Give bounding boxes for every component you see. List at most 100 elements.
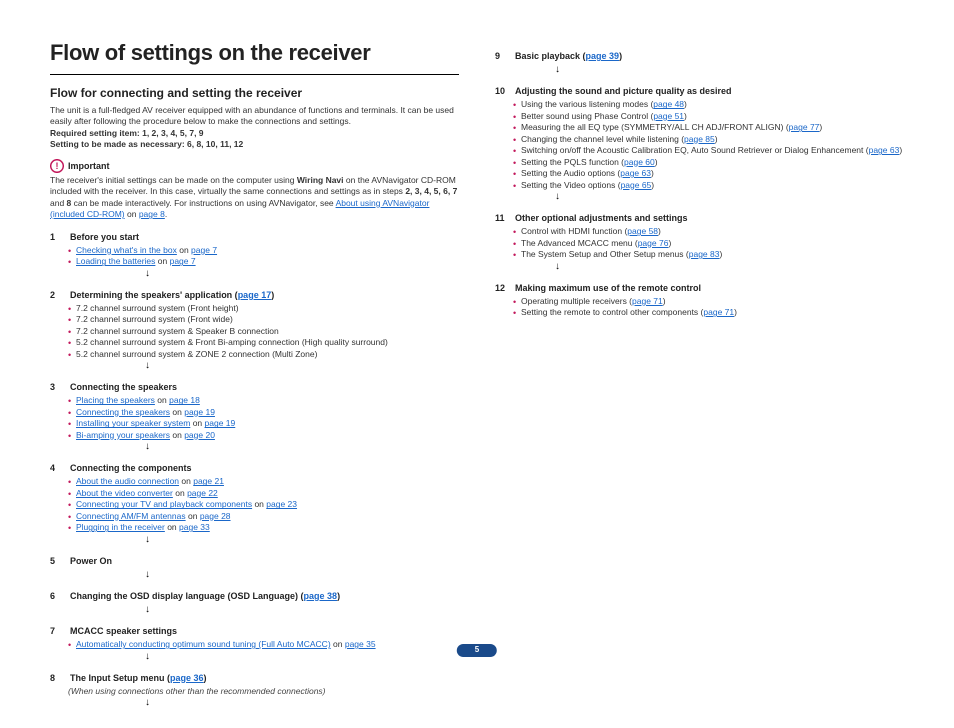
important-paragraph: The receiver's initial settings can be m… [50, 175, 459, 221]
inline-link[interactable]: About the video converter [76, 488, 173, 498]
section-head: 6Changing the OSD display language (OSD … [50, 590, 459, 602]
page-link[interactable]: page 35 [345, 639, 376, 649]
section-number: 2 [50, 289, 60, 301]
flow-arrow-icon: ↓ [50, 441, 459, 452]
bullet-list: Operating multiple receivers (page 71)Se… [495, 296, 904, 319]
inline-link[interactable]: page 85 [684, 134, 715, 144]
right-column: 9 Basic playback (page 39) ↓ 10 Adjusting th… [495, 38, 904, 708]
inline-link[interactable]: Checking what's in the box [76, 245, 177, 255]
inline-link[interactable]: page 60 [624, 157, 655, 167]
section-head: 8The Input Setup menu (page 36) [50, 672, 459, 684]
list-item: Better sound using Phase Control (page 5… [513, 111, 904, 122]
section-head: 12Making maximum use of the remote contr… [495, 282, 904, 294]
page-number-badge: 5 [457, 644, 497, 657]
list-item: Checking what's in the box on page 7 [68, 245, 459, 256]
inline-link[interactable]: Plugging in the receiver [76, 522, 165, 532]
page-link[interactable]: page 18 [169, 395, 200, 405]
list-item: 7.2 channel surround system (Front wide) [68, 314, 459, 325]
inline-link[interactable]: page 58 [627, 226, 658, 236]
page-link[interactable]: page 28 [200, 511, 231, 521]
section-title-link[interactable]: page 17 [238, 290, 272, 300]
inline-link[interactable]: page 51 [653, 111, 684, 121]
important-label: Important [68, 160, 110, 172]
page-link[interactable]: page 7 [191, 245, 217, 255]
list-item: Placing the speakers on page 18 [68, 395, 459, 406]
page-link[interactable]: page 23 [266, 499, 297, 509]
bullet-list: Control with HDMI function (page 58)The … [495, 226, 904, 260]
section-number: 9 [495, 50, 505, 62]
section-head: 10 Adjusting the sound and picture qualit… [495, 85, 904, 97]
section-title-link[interactable]: page 36 [170, 673, 204, 683]
intro-text: The unit is a full-fledged AV receiver e… [50, 105, 459, 128]
section-head: 4 Connecting the components [50, 462, 459, 474]
list-item: Setting the remote to control other comp… [513, 307, 904, 318]
flow-arrow-icon: ↓ [50, 360, 459, 371]
section-title: Making maximum use of the remote control [515, 282, 701, 294]
inline-link[interactable]: page 48 [653, 99, 684, 109]
inline-link[interactable]: Installing your speaker system [76, 418, 190, 428]
list-item: Automatically conducting optimum sound t… [68, 639, 459, 650]
list-item: Operating multiple receivers (page 71) [513, 296, 904, 307]
list-item: Using the various listening modes (page … [513, 99, 904, 110]
list-item: The System Setup and Other Setup menus (… [513, 249, 904, 260]
list-item: Loading the batteries on page 7 [68, 256, 459, 267]
list-item: Connecting your TV and playback componen… [68, 499, 459, 510]
list-item: Measuring the all EQ type (SYMMETRY/ALL … [513, 122, 904, 133]
flow-arrow-icon: ↓ [50, 604, 459, 615]
list-item: 7.2 channel surround system & Speaker B … [68, 326, 459, 337]
required-line: Required setting item: 1, 2, 3, 4, 5, 7,… [50, 128, 459, 139]
link-page8[interactable]: page 8 [139, 209, 165, 219]
section-title-link[interactable]: page 38 [304, 591, 338, 601]
section-title-link[interactable]: page 39 [586, 51, 620, 61]
page-link[interactable]: page 33 [179, 522, 210, 532]
inline-link[interactable]: page 63 [869, 145, 900, 155]
inline-link[interactable]: Connecting your TV and playback componen… [76, 499, 252, 509]
inline-link[interactable]: Connecting AM/FM antennas [76, 511, 186, 521]
inline-link[interactable]: page 71 [632, 296, 663, 306]
list-item: Installing your speaker system on page 1… [68, 418, 459, 429]
inline-link[interactable]: Loading the batteries [76, 256, 155, 266]
inline-link[interactable]: page 77 [789, 122, 820, 132]
list-item: Bi-amping your speakers on page 20 [68, 430, 459, 441]
inline-link[interactable]: page 71 [703, 307, 734, 317]
bullet-list: Using the various listening modes (page … [495, 99, 904, 191]
list-item: About the video converter on page 22 [68, 488, 459, 499]
page-link[interactable]: page 19 [184, 407, 215, 417]
bullet-list: Placing the speakers on page 18Connectin… [50, 395, 459, 441]
flow-arrow-icon: ↓ [495, 261, 904, 272]
section-title: Connecting the speakers [70, 381, 177, 393]
section-head: 5Power On [50, 555, 459, 567]
inline-link[interactable]: page 76 [638, 238, 669, 248]
section-number: 10 [495, 85, 505, 97]
section-head: 7MCACC speaker settings [50, 625, 459, 637]
inline-link[interactable]: page 63 [620, 168, 651, 178]
title-rule [50, 74, 459, 75]
flow-arrow-icon: ↓ [495, 191, 904, 202]
page-link[interactable]: page 20 [184, 430, 215, 440]
list-item: 5.2 channel surround system & Front Bi-a… [68, 337, 459, 348]
section-title: Connecting the components [70, 462, 192, 474]
list-item: About the audio connection on page 21 [68, 476, 459, 487]
section-title: The Input Setup menu (page 36) [70, 672, 207, 684]
section-number: 4 [50, 462, 60, 474]
section-head: 1Before you start [50, 231, 459, 243]
page-link[interactable]: page 21 [193, 476, 224, 486]
page-link[interactable]: page 7 [170, 256, 196, 266]
inline-link[interactable]: Connecting the speakers [76, 407, 170, 417]
page-link[interactable]: page 19 [205, 418, 236, 428]
inline-link[interactable]: About the audio connection [76, 476, 179, 486]
section-title: Basic playback (page 39) [515, 50, 622, 62]
page-link[interactable]: page 22 [187, 488, 218, 498]
inline-link[interactable]: page 65 [621, 180, 652, 190]
inline-link[interactable]: Automatically conducting optimum sound t… [76, 639, 331, 649]
flow-arrow-icon: ↓ [50, 569, 459, 580]
section-subtitle: Flow for connecting and setting the rece… [50, 85, 459, 101]
inline-link[interactable]: Bi-amping your speakers [76, 430, 170, 440]
inline-link[interactable]: Placing the speakers [76, 395, 155, 405]
list-item: Setting the Audio options (page 63) [513, 168, 904, 179]
svg-text:!: ! [56, 161, 59, 171]
bullet-list: Checking what's in the box on page 7Load… [50, 245, 459, 268]
section-title: Adjusting the sound and picture quality … [515, 85, 732, 97]
inline-link[interactable]: page 83 [689, 249, 720, 259]
section-number: 6 [50, 590, 60, 602]
